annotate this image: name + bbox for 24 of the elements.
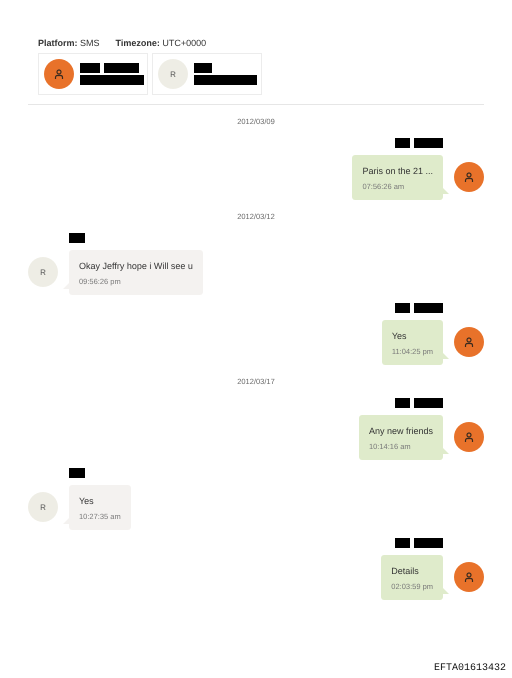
message-text: Any new friends bbox=[368, 426, 433, 436]
person-icon bbox=[464, 172, 474, 182]
message-text: Yes bbox=[79, 496, 95, 506]
redaction-bar bbox=[414, 303, 443, 313]
person-icon bbox=[464, 572, 474, 582]
redaction-bar bbox=[194, 75, 257, 85]
person-icon bbox=[464, 336, 474, 348]
avatar: R bbox=[28, 492, 58, 522]
platform-info: Platform: SMS bbox=[38, 38, 100, 48]
redaction-bar bbox=[80, 75, 144, 85]
redaction-bar bbox=[414, 538, 443, 548]
message-text: Paris on the 21 ... bbox=[362, 166, 433, 176]
timezone-info: Timezone: UTC+0000 bbox=[116, 38, 206, 48]
document-id-label: EFTA01613432 bbox=[434, 663, 507, 676]
redaction-bar bbox=[414, 398, 443, 408]
avatar: R bbox=[28, 257, 58, 287]
person-icon bbox=[54, 68, 64, 80]
message-text: Yes bbox=[392, 331, 408, 341]
message-text: Okay Jeffry hope i Will see u bbox=[79, 261, 193, 271]
person-icon bbox=[464, 432, 474, 442]
redaction-bar bbox=[104, 63, 139, 73]
message-text: Details bbox=[391, 566, 420, 576]
avatar: R bbox=[158, 59, 188, 89]
redaction-bar bbox=[414, 138, 443, 148]
